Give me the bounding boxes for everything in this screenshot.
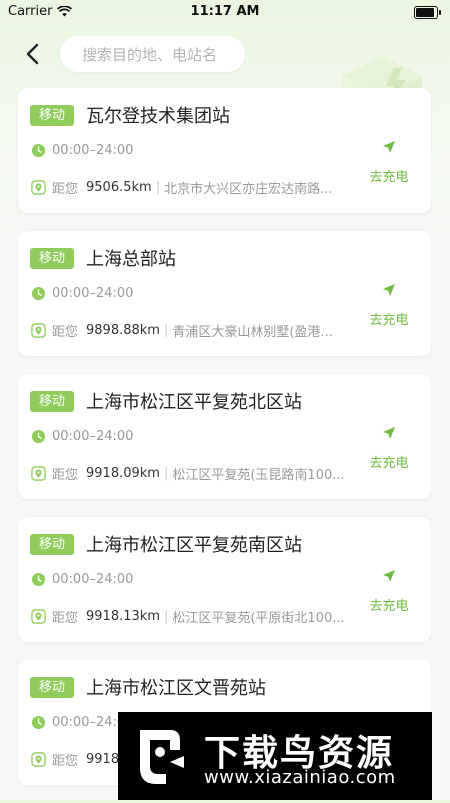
opening-hours: 00:00–24:00 [31,429,133,444]
distance-label: 距您 [52,325,79,340]
header-bar [0,34,450,74]
station-name: 上海市松江区平复苑北区站 [86,392,302,413]
operator-tag: 移动 [30,105,75,126]
opening-hours: 00:00–24:00 [31,143,133,158]
distance-label: 距您 [52,182,79,197]
search-box [60,36,245,74]
hours-text: 00:00–24:00 [52,143,134,158]
back-button[interactable] [18,38,48,70]
separator: | [155,180,161,195]
clock-time: 11:17 AM [190,4,260,19]
operator-tag: 移动 [30,677,75,698]
chevron-left-icon [26,43,39,65]
watermark-url: www.xiazainiao.com [204,767,396,788]
station-address: 北京市大兴区亦庄宏达南路... [164,182,333,197]
station-card[interactable]: 移动 上海总部站 00:00–24:00 距您 9898.88km | 青浦区大… [18,231,431,356]
search-input[interactable] [80,36,244,74]
distance-value: 9918.13km [86,609,160,624]
separator: | [163,466,169,481]
station-card[interactable]: 移动 瓦尔登技术集团站 00:00–24:00 距您 9506.5km | 北京… [18,88,431,213]
distance-value: 9506.5km [86,180,152,195]
go-charge-button[interactable]: 去充电 [367,569,411,614]
distance-label: 距您 [52,468,79,483]
watermark-banner: 下载鸟资源 www.xiazainiao.com [118,712,432,800]
go-charge-button[interactable]: 去充电 [367,283,411,328]
battery-icon [414,6,441,19]
opening-hours: 00:00–24:00 [31,572,133,587]
navigation-arrow-icon [383,427,395,439]
operator-tag: 移动 [30,534,75,555]
distance-value: 9918.09km [86,466,160,481]
location-pin-icon [31,180,46,195]
station-name: 瓦尔登技术集团站 [86,106,230,127]
hours-text: 00:00–24:00 [52,286,134,301]
hours-text: 00:00–24:00 [52,572,134,587]
hours-text: 00:00–24:00 [52,429,134,444]
clock-icon [31,572,46,587]
go-charge-label: 去充电 [369,313,409,328]
clock-icon [31,286,46,301]
location-pin-icon [31,609,46,624]
operator-tag: 移动 [30,248,75,269]
clock-icon [31,143,46,158]
navigation-arrow-icon [383,141,395,153]
distance-label: 距您 [52,611,79,626]
distance-row: 距您 9918.09km | 松江区平复苑(玉昆路南100... [31,464,371,483]
distance-row: 距您 9506.5km | 北京市大兴区亦庄宏达南路... [31,178,371,197]
distance-value: 9898.88km [86,323,160,338]
separator: | [163,323,169,338]
navigation-arrow-icon [383,570,395,582]
clock-icon [31,715,46,730]
operator-tag: 移动 [30,391,75,412]
station-name: 上海市松江区文晋苑站 [86,678,266,699]
station-name: 上海总部站 [86,249,176,270]
location-pin-icon [31,323,46,338]
station-name: 上海市松江区平复苑南区站 [86,535,302,556]
station-card[interactable]: 移动 上海市松江区平复苑南区站 00:00–24:00 距您 9918.13km… [18,517,431,642]
go-charge-label: 去充电 [369,456,409,471]
clock-icon [31,429,46,444]
opening-hours: 00:00–24:00 [31,286,133,301]
location-pin-icon [31,752,46,767]
station-list: 移动 瓦尔登技术集团站 00:00–24:00 距您 9506.5km | 北京… [18,88,431,803]
station-card[interactable]: 移动 上海市松江区平复苑北区站 00:00–24:00 距您 9918.09km… [18,374,431,499]
go-charge-label: 去充电 [369,599,409,614]
go-charge-button[interactable]: 去充电 [367,140,411,185]
navigation-arrow-icon [383,284,395,296]
separator: | [163,609,169,624]
location-pin-icon [31,466,46,481]
station-address: 青浦区大豪山林别墅(盈港... [172,325,333,340]
station-address: 松江区平复苑(平原街北100... [172,611,345,626]
go-charge-button[interactable]: 去充电 [367,426,411,471]
distance-label: 距您 [52,754,79,769]
distance-row: 距您 9918.13km | 松江区平复苑(平原街北100... [31,607,371,626]
status-bar: Carrier 11:17 AM [0,0,450,24]
station-address: 松江区平复苑(玉昆路南100... [172,468,345,483]
distance-row: 距您 9898.88km | 青浦区大豪山林别墅(盈港... [31,321,371,340]
go-charge-label: 去充电 [369,170,409,185]
bird-logo-icon [140,730,184,784]
